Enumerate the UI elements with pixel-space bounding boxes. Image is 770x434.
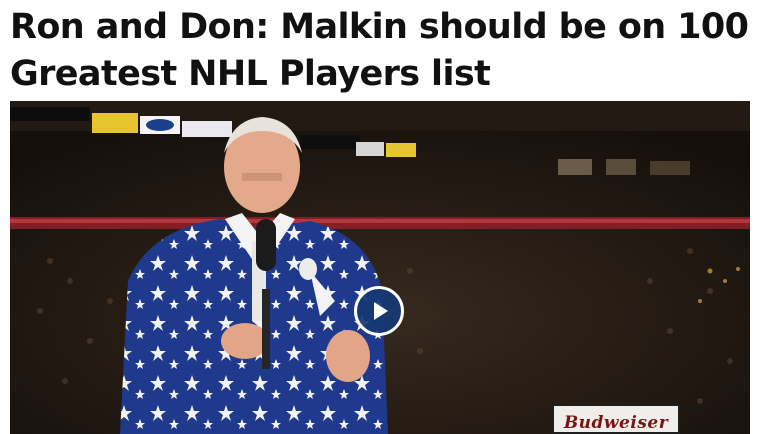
arena-sign	[92, 113, 138, 133]
article-headline: Ron and Don: Malkin should be on 100 Gre…	[10, 4, 760, 98]
headline-line-2: Greatest NHL Players list	[10, 54, 491, 94]
play-icon	[374, 302, 388, 320]
video-player[interactable]: Budweiser	[10, 101, 750, 434]
play-button[interactable]	[354, 286, 404, 336]
sponsor-sign: Budweiser	[552, 404, 680, 434]
headline-line-1: Ron and Don: Malkin should be on 100	[10, 7, 749, 47]
video-thumbnail	[10, 101, 750, 434]
